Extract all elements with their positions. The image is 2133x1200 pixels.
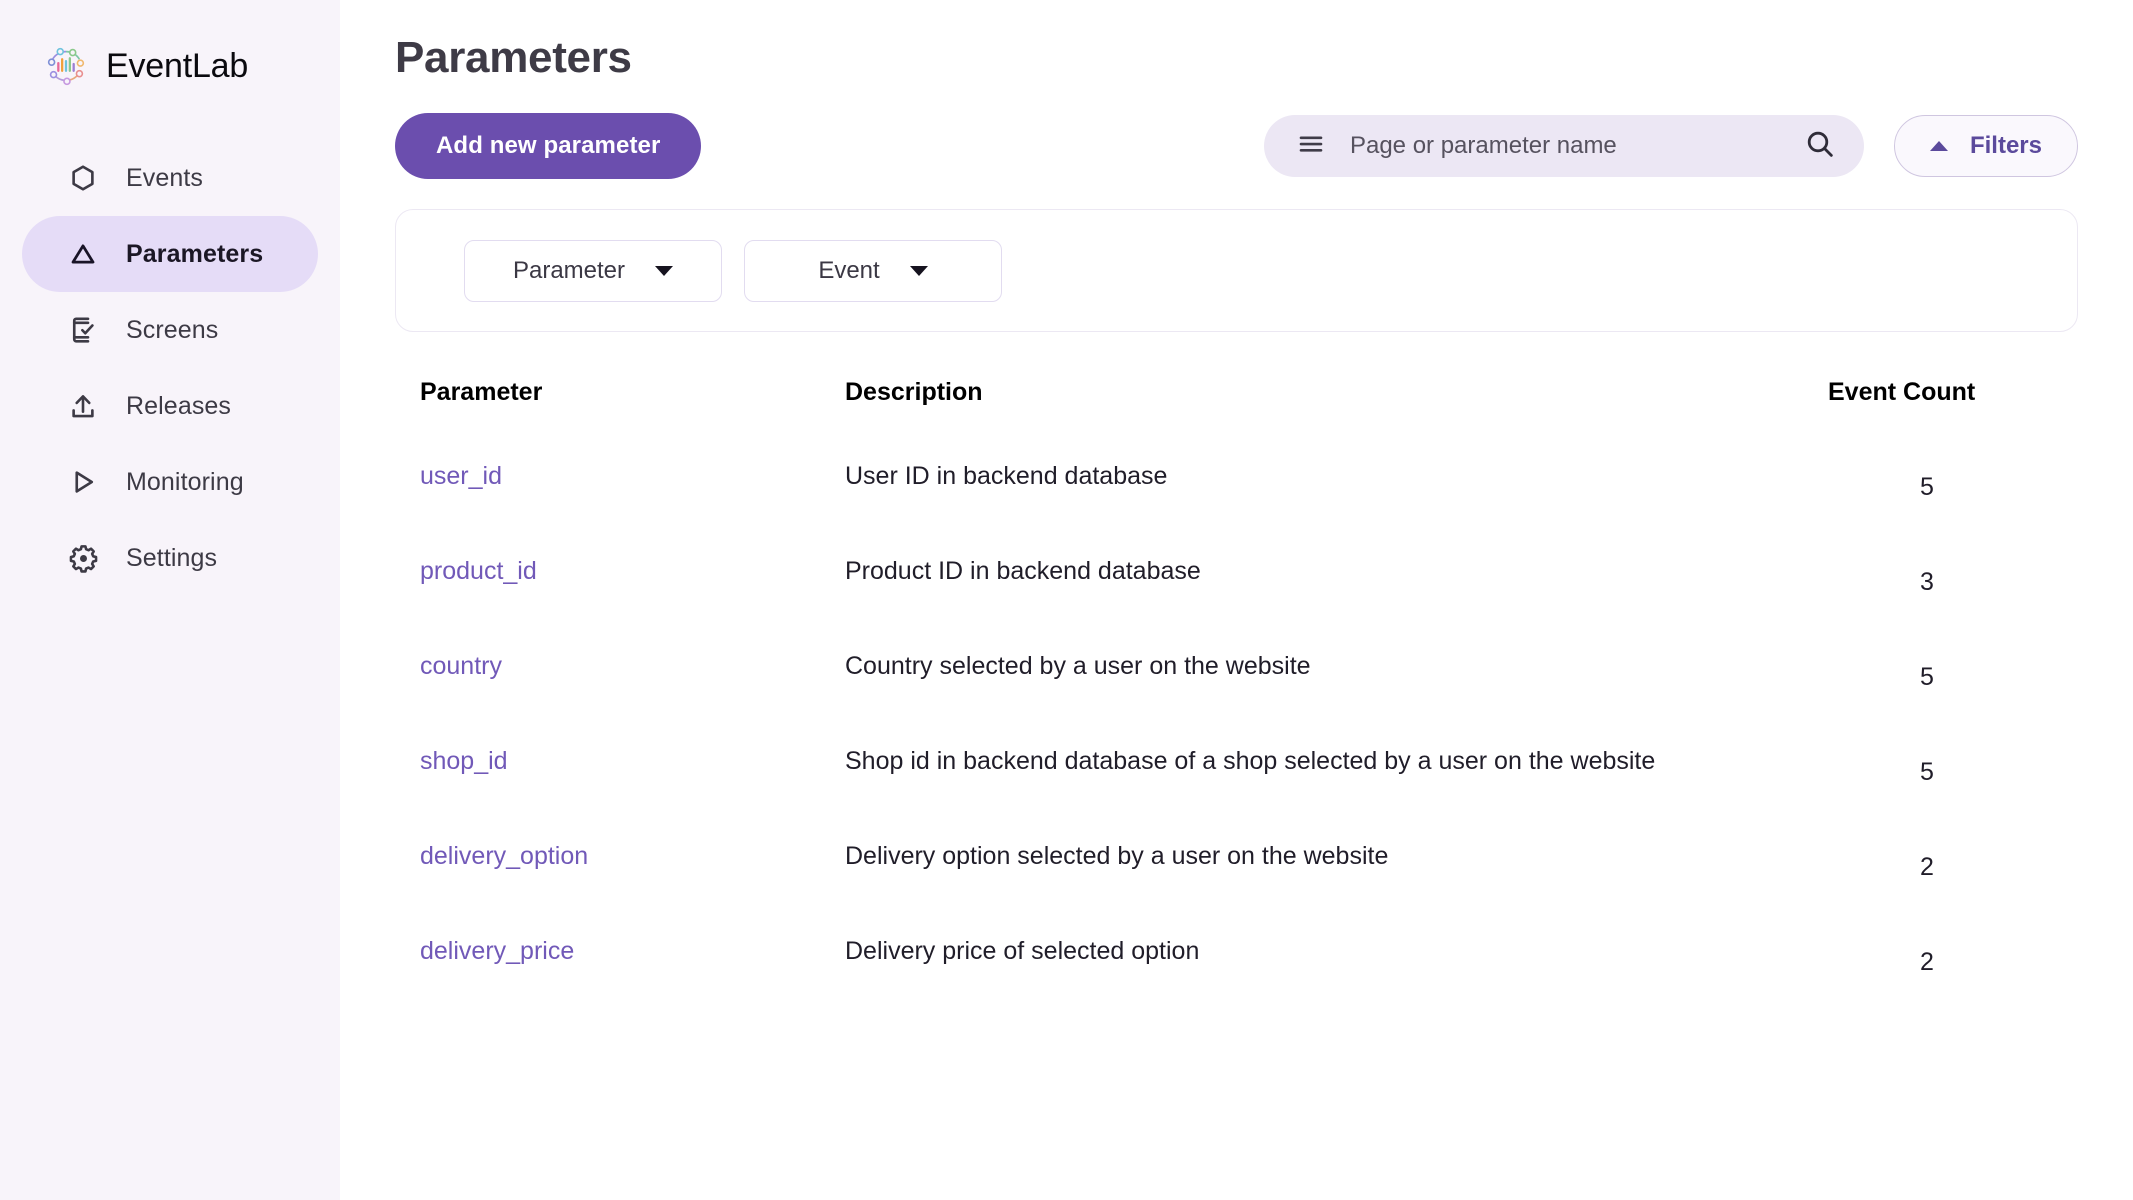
table-body: user_id User ID in backend database 5 pr… [395, 429, 2078, 999]
main-content: Parameters Add new parameter [340, 0, 2133, 1200]
hamburger-menu-icon[interactable] [1296, 129, 1326, 164]
play-triangle-icon [66, 465, 100, 499]
parameters-table: Parameter Description Event Count user_i… [395, 378, 2078, 999]
sidebar: EventLab Events Parameters [0, 0, 340, 1200]
parameter-description: Shop id in backend database of a shop se… [845, 747, 1655, 775]
eventlab-network-chart-logo-icon [43, 43, 89, 89]
table-header-row: Parameter Description Event Count [395, 378, 2078, 407]
sidebar-item-releases[interactable]: Releases [22, 368, 318, 444]
brand-name: EventLab [106, 47, 248, 86]
sidebar-item-label: Releases [126, 392, 231, 421]
event-count-value: 5 [1758, 663, 2078, 692]
table-row: delivery_price Delivery price of selecte… [395, 904, 2078, 999]
column-header-parameter: Parameter [395, 378, 845, 407]
caret-up-icon [1930, 141, 1948, 151]
parameter-link[interactable]: delivery_option [420, 842, 588, 870]
sidebar-item-label: Monitoring [126, 468, 244, 497]
caret-down-icon [655, 266, 673, 276]
table-row: user_id User ID in backend database 5 [395, 429, 2078, 524]
parameter-link[interactable]: user_id [420, 462, 502, 490]
select-label: Event [818, 257, 879, 285]
event-count-value: 2 [1758, 948, 2078, 977]
parameter-filter-select[interactable]: Parameter [464, 240, 722, 302]
add-new-parameter-button[interactable]: Add new parameter [395, 113, 701, 179]
toolbar: Add new parameter [395, 113, 2078, 179]
parameter-description: User ID in backend database [845, 462, 1167, 490]
filters-label: Filters [1970, 132, 2042, 160]
column-header-event-count: Event Count [1758, 378, 2078, 407]
parameter-description: Delivery option selected by a user on th… [845, 842, 1388, 870]
hexagon-icon [66, 161, 100, 195]
parameter-link[interactable]: product_id [420, 557, 537, 585]
sidebar-item-events[interactable]: Events [22, 140, 318, 216]
sidebar-item-screens[interactable]: Screens [22, 292, 318, 368]
sidebar-item-monitoring[interactable]: Monitoring [22, 444, 318, 520]
sidebar-item-parameters[interactable]: Parameters [22, 216, 318, 292]
app-root: EventLab Events Parameters [0, 0, 2133, 1200]
triangle-icon [66, 237, 100, 271]
table-row: shop_id Shop id in backend database of a… [395, 714, 2078, 809]
brand: EventLab [0, 30, 340, 102]
column-header-description: Description [845, 378, 1758, 407]
filter-panel: Parameter Event [395, 209, 2078, 332]
sidebar-item-label: Parameters [126, 240, 263, 269]
event-count-value: 5 [1758, 473, 2078, 502]
search-icon[interactable] [1804, 128, 1836, 165]
parameter-description: Product ID in backend database [845, 557, 1201, 585]
page-title: Parameters [395, 0, 2078, 83]
phone-check-icon [66, 313, 100, 347]
upload-icon [66, 389, 100, 423]
sidebar-item-settings[interactable]: Settings [22, 520, 318, 596]
sidebar-item-label: Screens [126, 316, 218, 345]
event-count-value: 2 [1758, 853, 2078, 882]
filters-button[interactable]: Filters [1894, 115, 2078, 177]
event-count-value: 5 [1758, 758, 2078, 787]
table-row: product_id Product ID in backend databas… [395, 524, 2078, 619]
search-input[interactable] [1350, 132, 1780, 160]
parameter-link[interactable]: country [420, 652, 502, 680]
sidebar-item-label: Settings [126, 544, 217, 573]
caret-down-icon [910, 266, 928, 276]
parameter-description: Country selected by a user on the websit… [845, 652, 1311, 680]
parameter-description: Delivery price of selected option [845, 937, 1199, 965]
event-count-value: 3 [1758, 568, 2078, 597]
event-filter-select[interactable]: Event [744, 240, 1002, 302]
table-row: delivery_option Delivery option selected… [395, 809, 2078, 904]
search-bar[interactable] [1264, 115, 1864, 177]
toolbar-right-group: Filters [1264, 115, 2078, 177]
parameter-link[interactable]: delivery_price [420, 937, 574, 965]
sidebar-nav: Events Parameters [0, 140, 340, 596]
select-label: Parameter [513, 257, 625, 285]
table-row: country Country selected by a user on th… [395, 619, 2078, 714]
parameter-link[interactable]: shop_id [420, 747, 508, 775]
sidebar-item-label: Events [126, 164, 203, 193]
gear-icon [66, 541, 100, 575]
